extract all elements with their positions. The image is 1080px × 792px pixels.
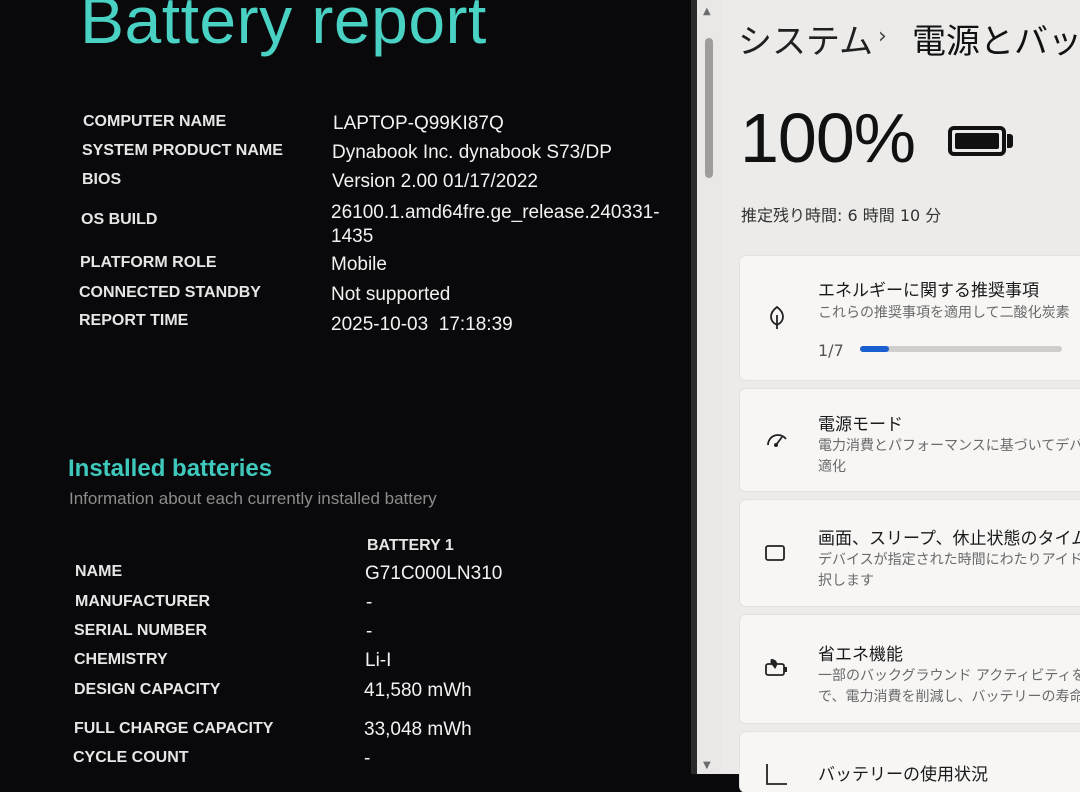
connected-standby-label: CONNECTED STANDBY <box>79 284 261 301</box>
battery-name-value: G71C000LN310 <box>365 563 503 584</box>
bios-label: BIOS <box>82 171 122 188</box>
leaf-icon <box>770 305 784 329</box>
chemistry-value: Li-I <box>365 650 392 671</box>
computer-name-value: LAPTOP-Q99KI87Q <box>333 113 504 134</box>
screen-sleep-desc-line1: デバイスが指定された時間にわたりアイドル <box>818 552 1080 568</box>
platform-role-value: Mobile <box>331 254 387 275</box>
battery-usage-icon <box>766 764 787 785</box>
battery-level-fill <box>955 133 999 149</box>
report-time-label: REPORT TIME <box>79 312 189 329</box>
energy-saver-desc-line2: で、電力消費を削減し、バッテリーの寿命を <box>818 689 1080 705</box>
screen-sleep-icon <box>765 545 785 564</box>
report-time-value: 2025-10-03 17:18:39 <box>331 314 513 335</box>
installed-batteries-heading: Installed batteries <box>68 455 273 482</box>
platform-role-label: PLATFORM ROLE <box>80 254 217 271</box>
energy-saver-icon <box>765 659 787 676</box>
recommendations-progress-bar <box>860 346 1062 352</box>
breadcrumb-system[interactable]: システム <box>738 14 873 63</box>
design-capacity-value: 41,580 mWh <box>364 680 472 701</box>
energy-recommendations-title: エネルギーに関する推奨事項 <box>818 281 1039 301</box>
computer-name-label: COMPUTER NAME <box>83 113 227 130</box>
scrollbar-thumb[interactable] <box>705 38 713 178</box>
battery-1-column-header: BATTERY 1 <box>367 537 454 554</box>
battery-name-label: NAME <box>75 563 123 580</box>
scroll-up-arrow-icon[interactable]: ▲ <box>703 6 711 17</box>
screen-sleep-title: 画面、スリープ、休止状態のタイムア <box>818 529 1080 549</box>
connected-standby-value: Not supported <box>331 284 451 305</box>
breadcrumb-separator-icon: › <box>878 24 887 49</box>
os-build-label: OS BUILD <box>81 211 158 228</box>
installed-batteries-subheading: Information about each currently install… <box>69 489 437 508</box>
screen-sleep-desc-line2: 択します <box>818 573 874 589</box>
energy-recommendations-desc: これらの推奨事項を適用して二酸化炭素 <box>818 305 1070 321</box>
recommendations-progress-fill <box>860 346 889 352</box>
battery-usage-title: バッテリーの使用状況 <box>818 765 988 785</box>
manufacturer-label: MANUFACTURER <box>75 593 211 610</box>
full-charge-capacity-label: FULL CHARGE CAPACITY <box>74 720 274 737</box>
page-title: 電源とバッテ <box>912 22 1080 62</box>
cycle-count-label: CYCLE COUNT <box>73 749 189 766</box>
os-build-value-line2: 1435 <box>331 226 374 247</box>
battery-tip <box>1007 134 1013 148</box>
system-product-name-label: SYSTEM PRODUCT NAME <box>82 142 283 159</box>
estimated-remaining-time: 推定残り時間: 6 時間 10 分 <box>741 206 942 225</box>
battery-icon <box>948 126 1006 156</box>
chemistry-label: CHEMISTRY <box>74 651 168 668</box>
energy-saver-desc-line1: 一部のバックグラウンド アクティビティを制限 <box>818 668 1080 684</box>
recommendations-progress-label: 1/7 <box>818 341 844 360</box>
cycle-count-value: - <box>364 748 371 769</box>
full-charge-capacity-value: 33,048 mWh <box>364 719 472 740</box>
system-product-name-value: Dynabook Inc. dynabook S73/DP <box>332 142 612 163</box>
os-build-value-line1: 26100.1.amd64fre.ge_release.240331- <box>331 202 660 223</box>
manufacturer-value: - <box>366 592 373 613</box>
power-mode-desc-line2: 適化 <box>818 459 846 475</box>
serial-number-label: SERIAL NUMBER <box>74 622 208 639</box>
serial-number-value: - <box>366 621 373 642</box>
power-mode-desc-line1: 電力消費とパフォーマンスに基づいてデバイ <box>818 438 1080 454</box>
power-mode-title: 電源モード <box>818 415 903 435</box>
design-capacity-label: DESIGN CAPACITY <box>74 681 221 698</box>
power-mode-icon <box>767 434 787 447</box>
energy-saver-title: 省エネ機能 <box>818 645 903 665</box>
bios-value: Version 2.00 01/17/2022 <box>332 171 539 192</box>
scroll-down-arrow-icon[interactable]: ▼ <box>703 760 711 771</box>
battery-report-panel: Battery report COMPUTER NAME LAPTOP-Q99K… <box>0 0 697 774</box>
battery-percentage: 100% <box>740 99 916 177</box>
report-title: Battery report <box>80 0 487 57</box>
